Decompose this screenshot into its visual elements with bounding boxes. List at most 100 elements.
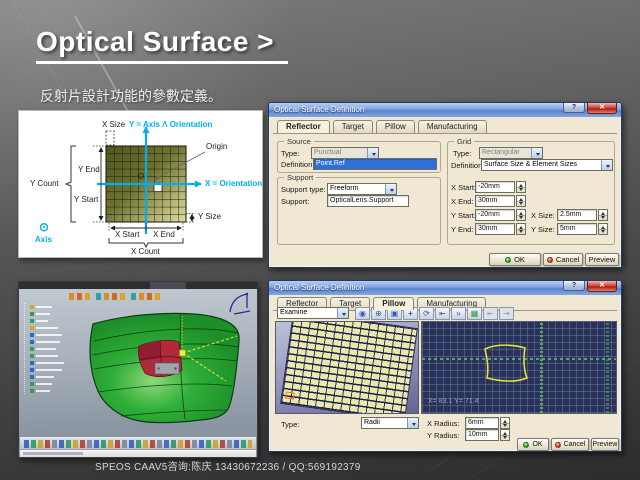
- point-icon: [30, 347, 34, 351]
- cancel-label: Cancel: [564, 441, 586, 448]
- car-rear-panel-3d-view[interactable]: [63, 308, 253, 440]
- rotate-icon[interactable]: ⟳: [419, 307, 434, 320]
- plate-dot: [174, 367, 176, 369]
- catia-bottom-toolbar[interactable]: [20, 437, 256, 449]
- tab-reflector[interactable]: Reflector: [277, 120, 330, 133]
- x-size-field[interactable]: 2.5mm: [557, 209, 597, 221]
- dialog-title: Optical Surface Definition: [274, 281, 364, 295]
- view-mode-combo[interactable]: Examine: [277, 307, 349, 319]
- close-icon[interactable]: ✕: [587, 281, 617, 292]
- body-icon: [30, 326, 34, 330]
- slide-title: Optical Surface >: [36, 26, 288, 64]
- x-size-spinner[interactable]: [598, 209, 608, 221]
- y-start-label: Y Start: [74, 195, 98, 204]
- x-start-field[interactable]: -20mm: [475, 181, 515, 193]
- curve-icon: [30, 382, 34, 386]
- catia-compass[interactable]: [227, 291, 253, 317]
- y-size-spinner[interactable]: [598, 223, 608, 235]
- surface-icon: [30, 333, 34, 337]
- x-start-spinner[interactable]: [516, 181, 526, 193]
- help-icon[interactable]: ?: [563, 281, 585, 291]
- support-field[interactable]: OpticalLens.Support: [327, 195, 409, 207]
- catia-titlebar: [19, 282, 257, 289]
- tab-target[interactable]: Target: [333, 120, 373, 133]
- type-label: Type:: [281, 420, 299, 429]
- close-icon[interactable]: ✕: [587, 103, 617, 114]
- y-size-field[interactable]: 5mm: [557, 223, 597, 235]
- grid-definition-combo[interactable]: Surface Size & Element Sizes: [481, 159, 613, 171]
- profile-viewport[interactable]: X= 83.1 Y= 71.4: [421, 321, 617, 414]
- x-count-label: X Count: [131, 247, 160, 256]
- help-icon[interactable]: ?: [563, 103, 585, 113]
- support-legend: Support: [284, 173, 316, 182]
- part-icon: [30, 305, 34, 309]
- x-radius-label: X Radius:: [427, 419, 460, 428]
- catia-toolbar-icons[interactable]: [69, 293, 161, 300]
- prev-disabled-icon: ⇤: [483, 307, 498, 320]
- source-legend: Source: [284, 137, 314, 146]
- support-type-combo[interactable]: Freeform: [327, 183, 397, 195]
- plate-dot: [157, 367, 159, 369]
- x-end-label: X End: [153, 230, 175, 239]
- x-axis-label: X = Orientation: [205, 179, 262, 188]
- preview-button[interactable]: Preview: [585, 253, 619, 266]
- cursor-coordinates: X= 83.1 Y= 71.4: [428, 398, 478, 405]
- last-disabled-icon: ⇥: [499, 307, 514, 320]
- type-combo[interactable]: Radii: [361, 417, 419, 429]
- axis-label: Axis: [35, 235, 52, 244]
- y-end-label: Y End: [78, 165, 100, 174]
- curve-icon: [30, 389, 34, 393]
- pillow-mesh: [280, 321, 418, 414]
- support-type-label: Support type:: [281, 185, 326, 194]
- grid-cells-icon[interactable]: ▦: [467, 307, 482, 320]
- go-first-icon[interactable]: ⇤: [435, 307, 450, 320]
- x-start-label: X Start:: [451, 183, 476, 192]
- y-start-spinner[interactable]: [516, 209, 526, 221]
- source-definition-label: Definition:: [281, 160, 314, 169]
- ok-icon: [505, 257, 511, 263]
- dialog-titlebar[interactable]: Optical Surface Definition ? ✕: [269, 281, 621, 295]
- cancel-button[interactable]: Cancel: [551, 438, 589, 451]
- cancel-button[interactable]: Cancel: [543, 253, 583, 266]
- axis-icon: ⊙: [39, 220, 49, 234]
- grid-type-label: Type:: [453, 149, 471, 158]
- x-size-label: X Size: [102, 120, 125, 129]
- mesh-preview-viewport[interactable]: [275, 321, 419, 414]
- slide-background: Optical Surface > 反射片設計功能的參數定義。: [0, 0, 640, 480]
- globe-icon[interactable]: ◉: [355, 307, 370, 320]
- go-next-icon[interactable]: »: [451, 307, 466, 320]
- x-size-label: X Size:: [531, 211, 555, 220]
- y-radius-spinner[interactable]: [500, 429, 510, 441]
- catia-3d-window[interactable]: [18, 281, 258, 458]
- x-end-label: X End:: [451, 197, 474, 206]
- y-start-field[interactable]: -20mm: [475, 209, 515, 221]
- vertical-axis-dashes: [606, 322, 609, 413]
- contact-footer: SPEOS CAAV5咨询:陈庆 13430672236 / QQ:569192…: [95, 458, 361, 473]
- x-start-label: X Start: [115, 230, 139, 239]
- y-end-spinner[interactable]: [516, 223, 526, 235]
- grid-definition-label: Definition:: [451, 161, 484, 170]
- x-end-spinner[interactable]: [516, 195, 526, 207]
- tab-manufacturing[interactable]: Manufacturing: [418, 120, 487, 133]
- x-radius-spinner[interactable]: [500, 417, 510, 429]
- y-end-field[interactable]: 30mm: [475, 223, 515, 235]
- y-axis-label: Y = Axis Λ Orientation: [129, 120, 212, 129]
- dialog-titlebar[interactable]: Optical Surface Definition ? ✕: [269, 103, 621, 117]
- x-end-field[interactable]: 30mm: [475, 195, 515, 207]
- optical-surface-definition-dialog: Optical Surface Definition ? ✕ Reflector…: [268, 102, 622, 268]
- y-size-label: Y Size: [198, 212, 221, 221]
- ok-button[interactable]: OK: [489, 253, 541, 266]
- source-definition-field[interactable]: Point.Ref: [313, 158, 437, 170]
- tab-pillow[interactable]: Pillow: [373, 297, 414, 310]
- tab-pillow[interactable]: Pillow: [376, 120, 415, 133]
- preview-button[interactable]: Preview: [591, 438, 619, 451]
- y-radius-field[interactable]: 10mm: [465, 429, 499, 441]
- y-start-label: Y Start:: [451, 211, 476, 220]
- surface-outline: [480, 342, 532, 386]
- point-icon: [30, 354, 34, 358]
- ok-button[interactable]: OK: [517, 438, 549, 451]
- extract-icon: [30, 361, 34, 365]
- dialog-title: Optical Surface Definition: [274, 103, 364, 117]
- preview-label: Preview: [589, 255, 616, 264]
- x-radius-field[interactable]: 6mm: [465, 417, 499, 429]
